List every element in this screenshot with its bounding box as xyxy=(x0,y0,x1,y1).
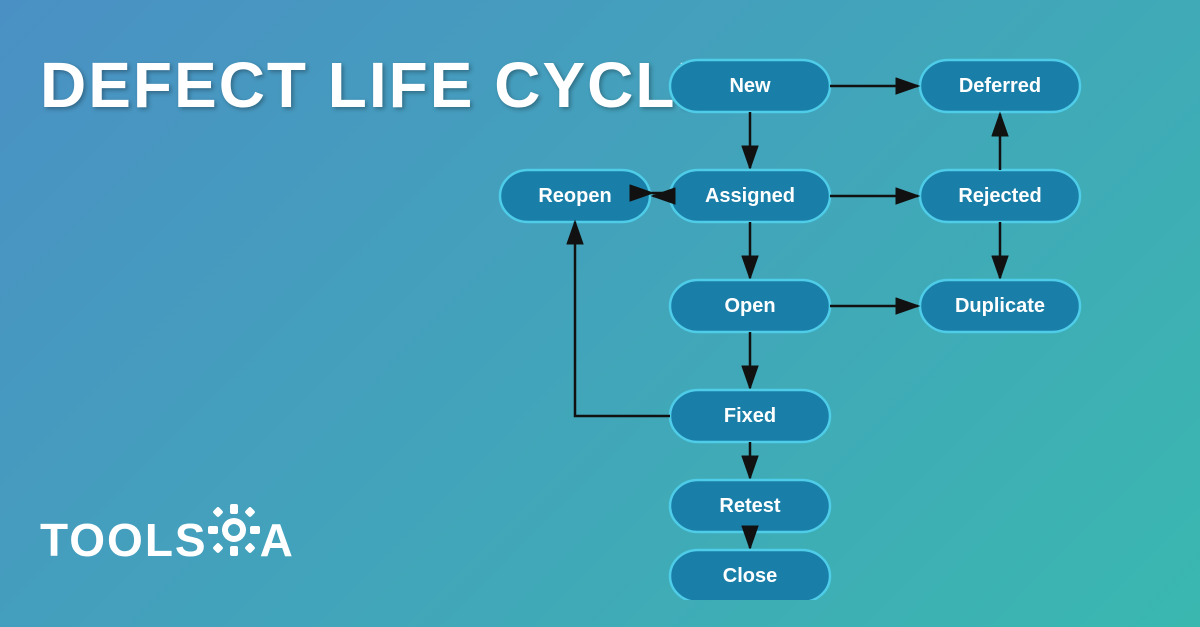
node-open-label: Open xyxy=(724,295,775,317)
node-fixed-label: Fixed xyxy=(724,405,776,427)
node-rejected-label: Rejected xyxy=(958,185,1041,207)
page-container: DEFECT LIFE CYCLE TOOLS xyxy=(0,0,1200,627)
diagram-area: New Deferred Reopen Assigned Rejected xyxy=(490,30,1170,600)
node-assigned-label: Assigned xyxy=(705,185,795,207)
flow-chart: New Deferred Reopen Assigned Rejected xyxy=(490,30,1170,600)
gear-icon xyxy=(208,504,260,556)
logo-part1: TOOLS xyxy=(40,514,208,566)
node-retest-label: Retest xyxy=(719,495,780,517)
logo-area: TOOLS A xyxy=(40,504,295,567)
node-deferred-label: Deferred xyxy=(959,75,1041,97)
node-close-label: Close xyxy=(723,565,777,587)
logo-part2: A xyxy=(260,514,295,566)
node-new-label: New xyxy=(729,75,771,97)
logo-text: TOOLS A xyxy=(40,504,295,567)
node-duplicate-label: Duplicate xyxy=(955,295,1045,317)
arrow-fixed-reopen xyxy=(575,222,670,416)
node-reopen-label: Reopen xyxy=(538,185,611,207)
